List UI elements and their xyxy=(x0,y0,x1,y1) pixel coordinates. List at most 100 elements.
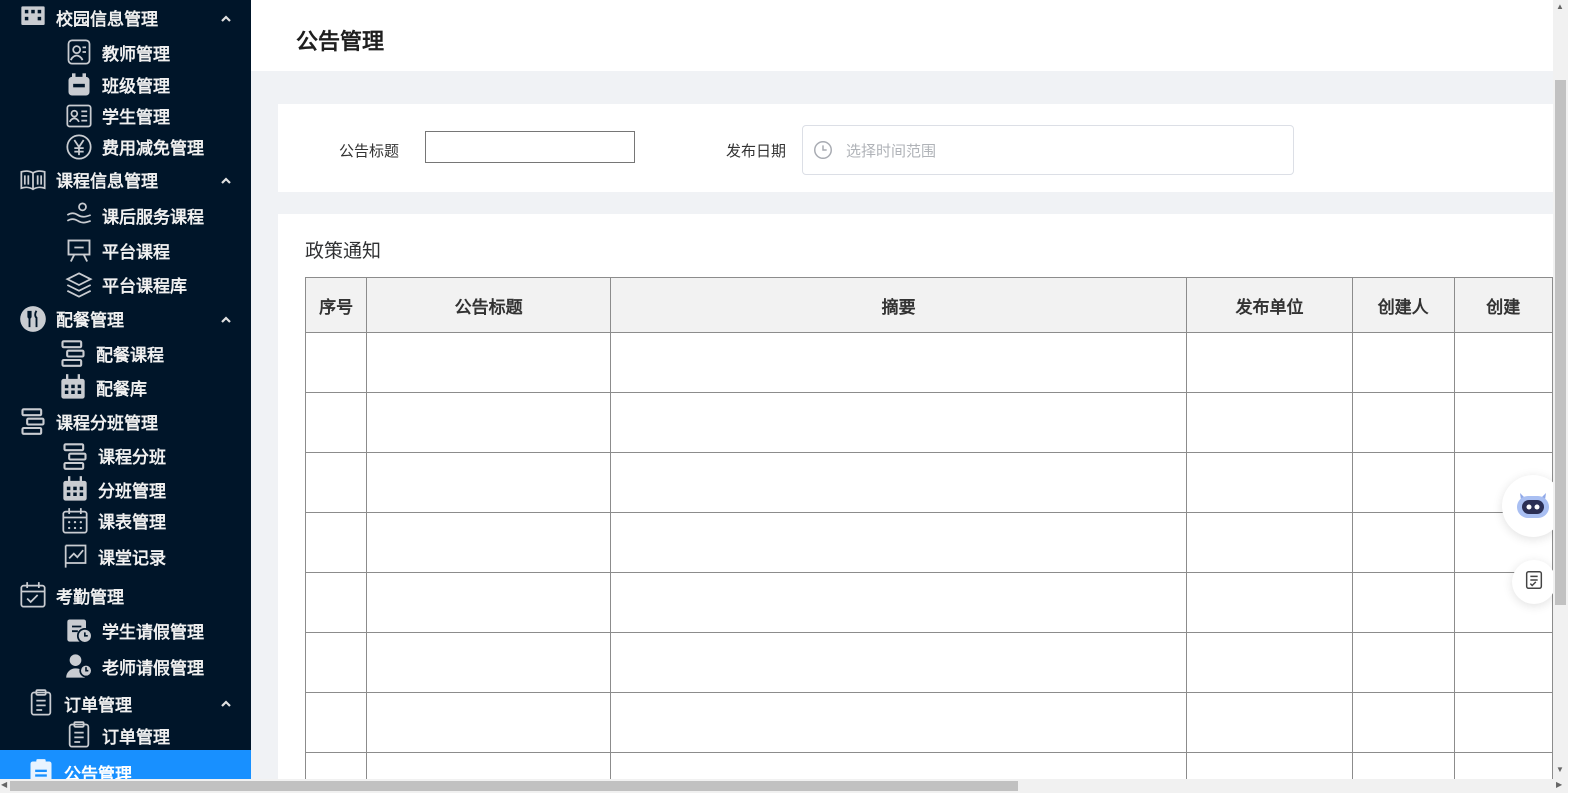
chart-board-icon xyxy=(60,542,90,570)
sidebar-item[interactable]: 课后服务课程 xyxy=(0,197,251,233)
table-row[interactable] xyxy=(304,692,1553,753)
table-cell xyxy=(366,452,611,513)
sidebar-item[interactable]: 配餐课程 xyxy=(0,336,251,370)
sidebar-item[interactable]: 课表管理 xyxy=(0,505,251,536)
table-cell xyxy=(366,692,611,753)
scroll-right-icon[interactable]: ▶ xyxy=(1556,780,1562,789)
sidebar-item[interactable]: 平台课程库 xyxy=(0,268,251,301)
sidebar-item-label: 订单管理 xyxy=(102,727,170,747)
sidebar-item[interactable]: 校园信息管理 xyxy=(0,0,251,35)
table-cell xyxy=(304,332,368,393)
presentation-icon xyxy=(64,237,94,265)
fork-knife-icon xyxy=(18,305,48,333)
sidebar-item[interactable]: 班级管理 xyxy=(0,69,251,100)
table-row[interactable] xyxy=(304,392,1553,453)
table-row[interactable] xyxy=(304,512,1553,573)
sidebar-item-label: 订单管理 xyxy=(64,695,132,715)
sidebar-item[interactable]: 费用减免管理 xyxy=(0,131,251,162)
table-cell xyxy=(1186,632,1353,693)
list-blocks-icon xyxy=(60,442,90,470)
sidebar-item-label: 班级管理 xyxy=(102,77,170,96)
sidebar-item[interactable]: 课堂记录 xyxy=(0,536,251,576)
sidebar-item[interactable]: 配餐管理 xyxy=(0,301,251,336)
table-cell xyxy=(1186,692,1353,753)
sidebar-item-label: 考勤管理 xyxy=(56,587,124,607)
sidebar-item[interactable]: 订单管理 xyxy=(0,720,251,750)
scroll-down-icon[interactable]: ▼ xyxy=(1556,765,1564,774)
vertical-scrollbar[interactable]: ▲ ▼ xyxy=(1553,0,1568,793)
table-cell xyxy=(366,332,611,393)
table-cell xyxy=(609,692,1188,753)
sidebar-item[interactable]: 订单管理 xyxy=(0,686,251,720)
sidebar-item-label: 课程分班 xyxy=(98,448,166,467)
notice-table: 序号 公告标题 摘要 发布单位 创建人 创建 xyxy=(304,277,1553,794)
sidebar-item[interactable]: 考勤管理 xyxy=(0,576,251,614)
window-edge xyxy=(1568,0,1596,807)
table-cell xyxy=(609,392,1188,453)
date-range-picker[interactable]: 选择时间范围 xyxy=(802,125,1294,175)
column-header[interactable]: 序号 xyxy=(304,277,368,333)
sidebar-item[interactable]: 课程分班管理 xyxy=(0,404,251,438)
table-cell xyxy=(304,452,368,513)
sidebar-item-label: 学生管理 xyxy=(102,108,170,127)
title-search-input[interactable] xyxy=(425,131,635,163)
calendar-dots-icon xyxy=(60,507,90,535)
yen-coin-icon xyxy=(64,133,94,161)
sidebar-item-label: 学生请假管理 xyxy=(102,622,204,642)
sidebar-item-label: 分班管理 xyxy=(98,481,166,501)
sidebar-item-label: 课程信息管理 xyxy=(56,172,158,191)
horizontal-scroll-thumb[interactable] xyxy=(10,781,1018,791)
page-header: 公告管理 xyxy=(251,0,1553,71)
clipboard-clock-icon xyxy=(64,616,94,644)
column-header[interactable]: 创建 xyxy=(1453,277,1553,333)
sidebar-item[interactable]: 配餐库 xyxy=(0,370,251,404)
sidebar-item[interactable]: 教师管理 xyxy=(0,35,251,69)
chevron-up-icon[interactable] xyxy=(219,11,233,25)
sidebar-item[interactable]: 老师请假管理 xyxy=(0,646,251,686)
sidebar-item-label: 费用减免管理 xyxy=(102,139,204,158)
column-header[interactable]: 创建人 xyxy=(1351,277,1455,333)
sidebar-item[interactable]: 学生管理 xyxy=(0,100,251,131)
sidebar-item[interactable]: 平台课程 xyxy=(0,233,251,268)
notes-button[interactable] xyxy=(1512,560,1556,604)
vertical-scroll-thumb[interactable] xyxy=(1555,80,1566,605)
sidebar-item[interactable]: 分班管理 xyxy=(0,473,251,505)
sidebar-item-label: 课表管理 xyxy=(98,513,166,532)
scroll-up-icon[interactable]: ▲ xyxy=(1556,2,1564,11)
table-cell xyxy=(1453,632,1553,693)
chevron-up-icon[interactable] xyxy=(219,696,233,710)
scroll-left-icon[interactable]: ◀ xyxy=(1,780,7,789)
service-icon xyxy=(64,201,94,229)
table-cell xyxy=(1351,512,1455,573)
table-row[interactable] xyxy=(304,452,1553,513)
table-cell xyxy=(609,452,1188,513)
sidebar-item[interactable]: 学生请假管理 xyxy=(0,614,251,646)
table-cell xyxy=(1186,572,1353,633)
table-cell xyxy=(366,572,611,633)
sidebar-item[interactable]: 课程分班 xyxy=(0,438,251,473)
column-header[interactable]: 摘要 xyxy=(609,277,1188,333)
horizontal-scrollbar[interactable]: ◀ ▶ xyxy=(0,779,1568,793)
section-title: 政策通知 xyxy=(305,241,382,262)
window-edge-bottom xyxy=(0,793,1596,807)
sidebar-item-label: 配餐课程 xyxy=(96,345,164,365)
column-header[interactable]: 公告标题 xyxy=(366,277,611,333)
table-cell xyxy=(1186,392,1353,453)
column-header[interactable]: 发布单位 xyxy=(1186,277,1353,333)
table-row[interactable] xyxy=(304,332,1553,393)
calendar-check-icon xyxy=(18,581,48,609)
sidebar-item[interactable]: 课程信息管理 xyxy=(0,162,251,197)
sidebar-item-label: 教师管理 xyxy=(102,44,170,64)
chevron-up-icon[interactable] xyxy=(219,173,233,187)
chevron-up-icon[interactable] xyxy=(219,312,233,326)
calendar-grid-icon xyxy=(58,373,88,401)
table-row[interactable] xyxy=(304,632,1553,693)
calendar-grid-icon xyxy=(60,475,90,503)
layers-icon xyxy=(64,271,94,299)
sidebar-item-label: 平台课程 xyxy=(102,243,170,262)
table-cell xyxy=(609,572,1188,633)
clipboard-icon xyxy=(64,721,94,749)
date-range-placeholder: 选择时间范围 xyxy=(846,142,937,160)
table-row[interactable] xyxy=(304,572,1553,633)
table-cell xyxy=(1453,392,1553,453)
